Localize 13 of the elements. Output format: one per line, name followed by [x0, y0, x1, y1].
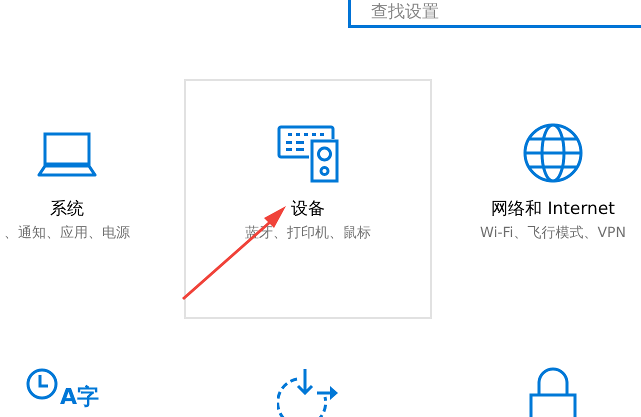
tile-description: Wi-Fi、飞行模式、VPN — [480, 224, 626, 242]
lock-icon — [529, 367, 577, 417]
search-field[interactable]: 查找设置 — [348, 0, 641, 28]
tile-title: 设备 — [291, 198, 325, 220]
keyboard-speaker-icon — [277, 123, 339, 183]
settings-tile[interactable]: 网络和 Internet Wi-Fi、飞行模式、VPN — [432, 79, 641, 319]
settings-tile[interactable]: 系统 、通知、应用、电源 — [0, 79, 184, 319]
tile-title: 网络和 Internet — [491, 198, 615, 220]
update-icon — [277, 367, 339, 417]
globe-icon — [523, 123, 583, 183]
settings-tile[interactable]: A字 — [0, 323, 184, 417]
tile-title: 系统 — [50, 198, 84, 220]
tile-description: 、通知、应用、电源 — [4, 224, 130, 242]
